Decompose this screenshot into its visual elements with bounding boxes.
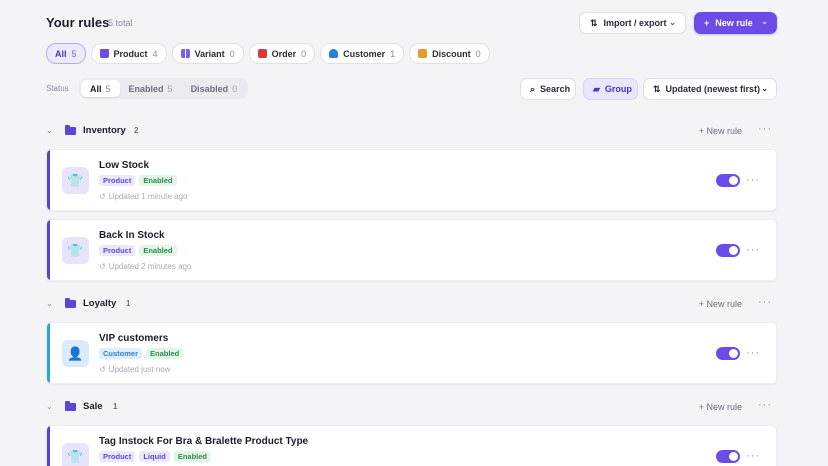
status-option-enabled[interactable]: Enabled 5 bbox=[120, 80, 182, 97]
rule-name: VIP customers bbox=[99, 333, 169, 344]
new-rule-button[interactable]: + New rule ⌄ bbox=[694, 12, 777, 34]
status-badge: Enabled bbox=[146, 348, 184, 359]
folder-icon bbox=[65, 125, 76, 135]
discount-icon bbox=[418, 49, 428, 58]
history-icon: ↺ bbox=[99, 262, 106, 271]
group-new-rule-button[interactable]: + New rule bbox=[699, 299, 742, 309]
rule-updated-time: ↺ Updated just now bbox=[99, 365, 171, 374]
group-count: 1 bbox=[113, 402, 118, 411]
order-icon bbox=[257, 49, 267, 58]
rule-enabled-toggle[interactable] bbox=[716, 244, 740, 257]
more-icon[interactable]: ··· bbox=[746, 244, 760, 256]
more-icon[interactable]: ··· bbox=[746, 450, 760, 462]
filter-chip-customer[interactable]: Customer 1 bbox=[320, 43, 405, 64]
search-button[interactable]: ⌕ Search bbox=[520, 78, 576, 100]
rule-card[interactable]: 👕 Tag Instock For Bra & Bralette Product… bbox=[46, 425, 777, 466]
chevron-down-icon: ⌄ bbox=[761, 84, 768, 93]
status-badge: Enabled bbox=[139, 175, 177, 186]
sort-select[interactable]: ⇅ Updated (newest first) ⌄ bbox=[643, 78, 777, 100]
group-button[interactable]: ▰ Group bbox=[583, 78, 638, 100]
rule-card[interactable]: 👤 VIP customers Customer Enabled ↺ Update… bbox=[46, 322, 777, 384]
shirt-icon: 👕 bbox=[62, 443, 89, 466]
liquid-badge: Liquid bbox=[139, 451, 170, 462]
rule-accent-bar bbox=[47, 426, 50, 466]
group-name: Inventory bbox=[83, 125, 126, 136]
sort-arrows-icon: ⇅ bbox=[653, 83, 661, 94]
rule-accent-bar bbox=[47, 150, 50, 210]
shirt-icon bbox=[99, 49, 109, 58]
group-header-inventory[interactable]: ⌄ Inventory 2 + New rule ··· bbox=[46, 123, 777, 141]
type-badge: Product bbox=[99, 175, 136, 186]
group-header-sale[interactable]: ⌄ Sale 1 + New rule ··· bbox=[46, 399, 777, 417]
plus-icon: + bbox=[704, 18, 710, 28]
group-new-rule-button[interactable]: + New rule bbox=[699, 402, 742, 412]
filter-chip-all[interactable]: All 5 bbox=[46, 43, 86, 64]
group-header-loyalty[interactable]: ⌄ Loyalty 1 + New rule ··· bbox=[46, 296, 777, 314]
history-icon: ↺ bbox=[99, 192, 106, 201]
rule-name: Tag Instock For Bra & Bralette Product T… bbox=[99, 436, 309, 447]
rule-enabled-toggle[interactable] bbox=[716, 174, 740, 187]
folder-icon bbox=[65, 401, 76, 411]
folder-icon: ▰ bbox=[593, 83, 600, 94]
chevron-down-icon[interactable]: ⌄ bbox=[46, 402, 53, 411]
status-option-all[interactable]: All 5 bbox=[81, 80, 120, 97]
group-name: Sale bbox=[83, 401, 103, 412]
person-icon bbox=[329, 49, 339, 58]
more-icon[interactable]: ··· bbox=[746, 347, 760, 359]
status-badge: Enabled bbox=[139, 245, 177, 256]
status-segmented-control: All 5 Enabled 5 Disabled 0 bbox=[79, 78, 249, 99]
rules-total-count: 5 total bbox=[108, 18, 133, 28]
group-new-rule-button[interactable]: + New rule bbox=[699, 126, 742, 136]
rule-name: Low Stock bbox=[99, 160, 150, 171]
more-icon[interactable]: ··· bbox=[746, 174, 760, 186]
rule-card[interactable]: 👕 Low Stock Product Enabled ↺ Updated 1 m… bbox=[46, 149, 777, 211]
page-header: Your rules 5 total ⇅ Import / export ⌄ +… bbox=[46, 12, 777, 34]
rule-name: Back In Stock bbox=[99, 230, 165, 241]
chevron-down-icon[interactable]: ⌄ bbox=[46, 299, 53, 308]
rule-tags: Product Liquid Enabled bbox=[99, 451, 212, 462]
sort-arrows-icon: ⇅ bbox=[590, 17, 598, 28]
group-name: Loyalty bbox=[83, 298, 117, 309]
group-count: 2 bbox=[134, 126, 139, 135]
rule-enabled-toggle[interactable] bbox=[716, 347, 740, 360]
rule-updated-time: ↺ Updated 1 minute ago bbox=[99, 192, 188, 201]
status-badge: Enabled bbox=[173, 451, 212, 462]
rule-enabled-toggle[interactable] bbox=[716, 450, 740, 463]
type-badge: Product bbox=[99, 451, 136, 462]
shirt-icon: 👕 bbox=[62, 167, 89, 194]
rule-card[interactable]: 👕 Back In Stock Product Enabled ↺ Updated… bbox=[46, 219, 777, 281]
chevron-down-icon[interactable]: ⌄ bbox=[46, 126, 53, 135]
type-badge: Customer bbox=[99, 348, 143, 359]
rule-tags: Customer Enabled bbox=[99, 348, 184, 359]
type-filter-row: All 5 Product 4 Variant 0 Order 0 Custom… bbox=[46, 43, 490, 64]
person-icon: 👤 bbox=[62, 340, 89, 367]
rule-accent-bar bbox=[47, 323, 50, 383]
more-icon[interactable]: ··· bbox=[758, 296, 772, 308]
filter-chip-order[interactable]: Order 0 bbox=[248, 43, 316, 64]
filter-chip-discount[interactable]: Discount 0 bbox=[409, 43, 490, 64]
history-icon: ↺ bbox=[99, 365, 106, 374]
status-option-disabled[interactable]: Disabled 0 bbox=[182, 80, 247, 97]
rule-tags: Product Enabled bbox=[99, 245, 177, 256]
rule-tags: Product Enabled bbox=[99, 175, 177, 186]
type-badge: Product bbox=[99, 245, 136, 256]
status-toolbar: Status All 5 Enabled 5 Disabled 0 ⌕ Sear… bbox=[46, 78, 777, 100]
rule-accent-bar bbox=[47, 220, 50, 280]
page-title: Your rules bbox=[46, 15, 110, 30]
chevron-down-icon: ⌄ bbox=[669, 18, 676, 27]
rule-updated-time: ↺ Updated 2 minutes ago bbox=[99, 262, 192, 271]
filter-chip-variant[interactable]: Variant 0 bbox=[171, 43, 244, 64]
import-export-button[interactable]: ⇅ Import / export ⌄ bbox=[579, 12, 686, 34]
folder-icon bbox=[65, 298, 76, 308]
more-icon[interactable]: ··· bbox=[758, 123, 772, 135]
filter-chip-product[interactable]: Product 4 bbox=[90, 43, 167, 64]
chevron-down-icon: ⌄ bbox=[761, 17, 768, 26]
more-icon[interactable]: ··· bbox=[758, 399, 772, 411]
status-label: Status bbox=[46, 84, 69, 93]
search-icon: ⌕ bbox=[530, 83, 536, 94]
shirt-icon: 👕 bbox=[62, 237, 89, 264]
group-count: 1 bbox=[126, 299, 131, 308]
grid-icon bbox=[180, 49, 190, 58]
